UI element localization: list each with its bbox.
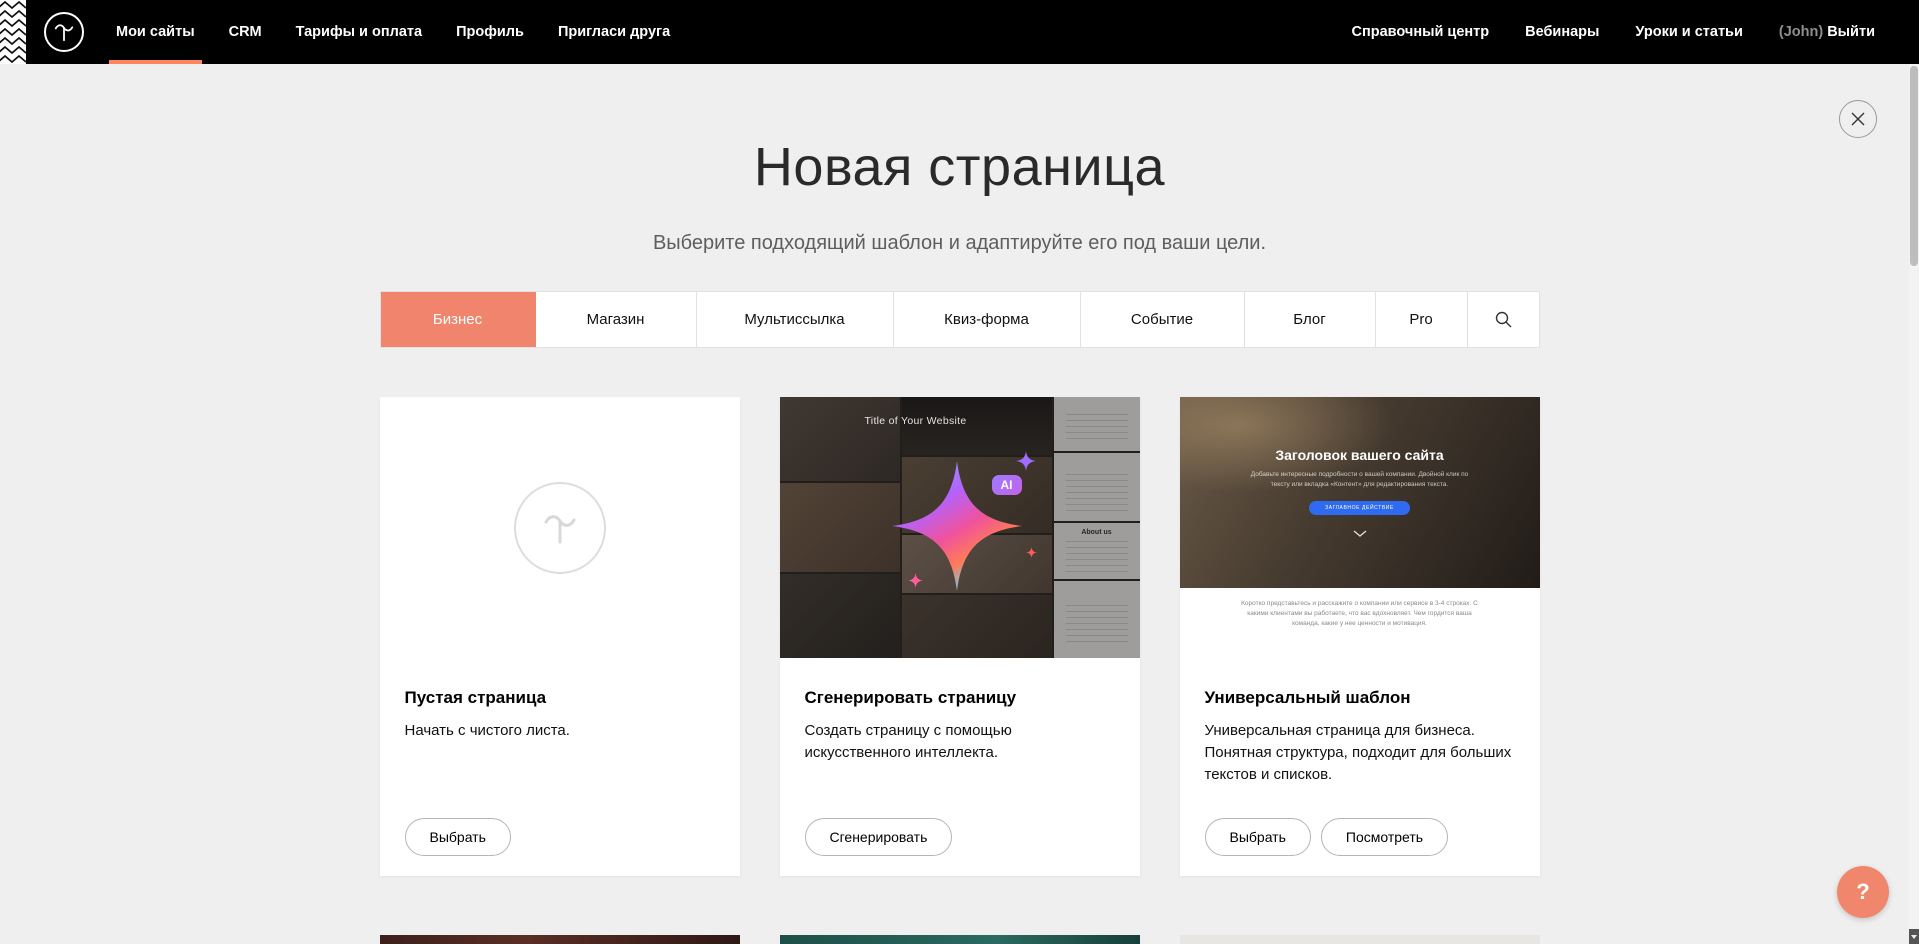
scrollbar[interactable] bbox=[1909, 64, 1919, 944]
close-icon bbox=[1851, 112, 1865, 126]
card-description: Универсальная страница для бизнеса. Поня… bbox=[1205, 720, 1515, 785]
category-tabs: Бизнес Магазин Мультиссылка Квиз-форма С… bbox=[380, 291, 1540, 348]
card-title: Сгенерировать страницу bbox=[805, 688, 1115, 708]
tab-quiz-form[interactable]: Квиз-форма bbox=[894, 292, 1081, 347]
template-card-universal: Заголовок вашего сайта Добавьте интересн… bbox=[1180, 397, 1540, 876]
zigzag-decoration bbox=[0, 0, 26, 64]
card-title: Пустая страница bbox=[405, 688, 715, 708]
main-menu: Мои сайты CRM Тарифы и оплата Профиль Пр… bbox=[116, 0, 670, 64]
scroll-down-arrow[interactable] bbox=[1909, 929, 1919, 944]
nav-help-center[interactable]: Справочный центр bbox=[1352, 0, 1490, 64]
card-description: Начать с чистого листа. bbox=[405, 720, 715, 742]
tab-event[interactable]: Событие bbox=[1081, 292, 1245, 347]
tilda-watermark-icon bbox=[514, 482, 606, 574]
chevron-down-icon bbox=[1353, 530, 1367, 537]
tab-search[interactable] bbox=[1468, 292, 1539, 347]
nav-profile[interactable]: Профиль bbox=[456, 0, 524, 64]
next-card-image-partial bbox=[780, 935, 1140, 944]
template-grid: Пустая страница Начать с чистого листа. … bbox=[380, 397, 1540, 876]
next-row-partial bbox=[380, 935, 1540, 944]
user-name: (John) bbox=[1779, 24, 1823, 40]
tab-pro[interactable]: Pro bbox=[1376, 292, 1468, 347]
card-body: Сгенерировать страницу Создать страницу … bbox=[780, 658, 1140, 876]
nav-webinars[interactable]: Вебинары bbox=[1525, 0, 1599, 64]
new-page-modal: Новая страница Выберите подходящий шабло… bbox=[0, 136, 1919, 876]
generate-button[interactable]: Сгенерировать bbox=[805, 818, 953, 856]
template-hero-subtitle: Добавьте интересные подробности о вашей … bbox=[1244, 470, 1476, 490]
small-star-icon bbox=[1026, 547, 1037, 558]
card-description: Создать страницу с помощью искусственног… bbox=[805, 720, 1115, 764]
next-card-image-partial bbox=[380, 935, 740, 944]
card-body: Универсальный шаблон Универсальная стран… bbox=[1180, 658, 1540, 876]
nav-invite-friend[interactable]: Пригласи друга bbox=[558, 0, 670, 64]
template-card-blank: Пустая страница Начать с чистого листа. … bbox=[380, 397, 740, 876]
tab-multilink[interactable]: Мультиссылка bbox=[697, 292, 894, 347]
preview-button[interactable]: Посмотреть bbox=[1321, 818, 1448, 856]
select-button[interactable]: Выбрать bbox=[405, 818, 511, 856]
nav-crm[interactable]: CRM bbox=[229, 0, 262, 64]
ai-badge: AI bbox=[992, 475, 1022, 495]
preview-website-title: Title of Your Website bbox=[780, 415, 1052, 427]
help-button[interactable]: ? bbox=[1837, 866, 1889, 918]
tilda-logo-icon[interactable] bbox=[44, 12, 84, 52]
logout-button[interactable]: (John) Выйти bbox=[1779, 0, 1875, 64]
tab-business[interactable]: Бизнес bbox=[381, 292, 536, 347]
page-title: Новая страница bbox=[0, 136, 1919, 198]
card-actions: Выбрать Посмотреть bbox=[1205, 818, 1515, 856]
close-button[interactable] bbox=[1839, 100, 1877, 138]
ai-preview-collage: About us Title of Your Website bbox=[780, 397, 1140, 658]
secondary-menu: Справочный центр Вебинары Уроки и статьи… bbox=[1352, 0, 1875, 64]
template-body-section: Коротко представьтесь и расскажите о ком… bbox=[1180, 588, 1540, 658]
tab-shop[interactable]: Магазин bbox=[536, 292, 697, 347]
template-hero-button: Заглавное действие bbox=[1309, 501, 1410, 515]
template-body-text: Коротко представьтесь и расскажите о ком… bbox=[1235, 599, 1485, 658]
small-star-icon bbox=[908, 573, 923, 588]
nav-pricing[interactable]: Тарифы и оплата bbox=[296, 0, 422, 64]
card-actions: Сгенерировать bbox=[805, 818, 1115, 856]
next-card-image-partial bbox=[1180, 935, 1540, 944]
tab-blog[interactable]: Блог bbox=[1245, 292, 1376, 347]
scrollbar-thumb[interactable] bbox=[1910, 66, 1918, 266]
template-card-ai: About us Title of Your Website bbox=[780, 397, 1140, 876]
logout-label: Выйти bbox=[1827, 24, 1875, 40]
select-button[interactable]: Выбрать bbox=[1205, 818, 1311, 856]
template-hero: Заголовок вашего сайта Добавьте интересн… bbox=[1180, 397, 1540, 588]
template-preview: Заголовок вашего сайта Добавьте интересн… bbox=[1180, 397, 1540, 658]
page-subtitle: Выберите подходящий шаблон и адаптируйте… bbox=[0, 232, 1919, 255]
top-nav: Мои сайты CRM Тарифы и оплата Профиль Пр… bbox=[0, 0, 1919, 64]
nav-lessons[interactable]: Уроки и статьи bbox=[1635, 0, 1742, 64]
small-star-icon bbox=[1016, 451, 1036, 471]
card-actions: Выбрать bbox=[405, 818, 715, 856]
blank-preview bbox=[380, 397, 740, 658]
nav-my-sites[interactable]: Мои сайты bbox=[116, 0, 195, 64]
card-title: Универсальный шаблон bbox=[1205, 688, 1515, 708]
search-icon bbox=[1495, 311, 1512, 328]
template-hero-title: Заголовок вашего сайта bbox=[1275, 447, 1443, 463]
card-body: Пустая страница Начать с чистого листа. … bbox=[380, 658, 740, 876]
